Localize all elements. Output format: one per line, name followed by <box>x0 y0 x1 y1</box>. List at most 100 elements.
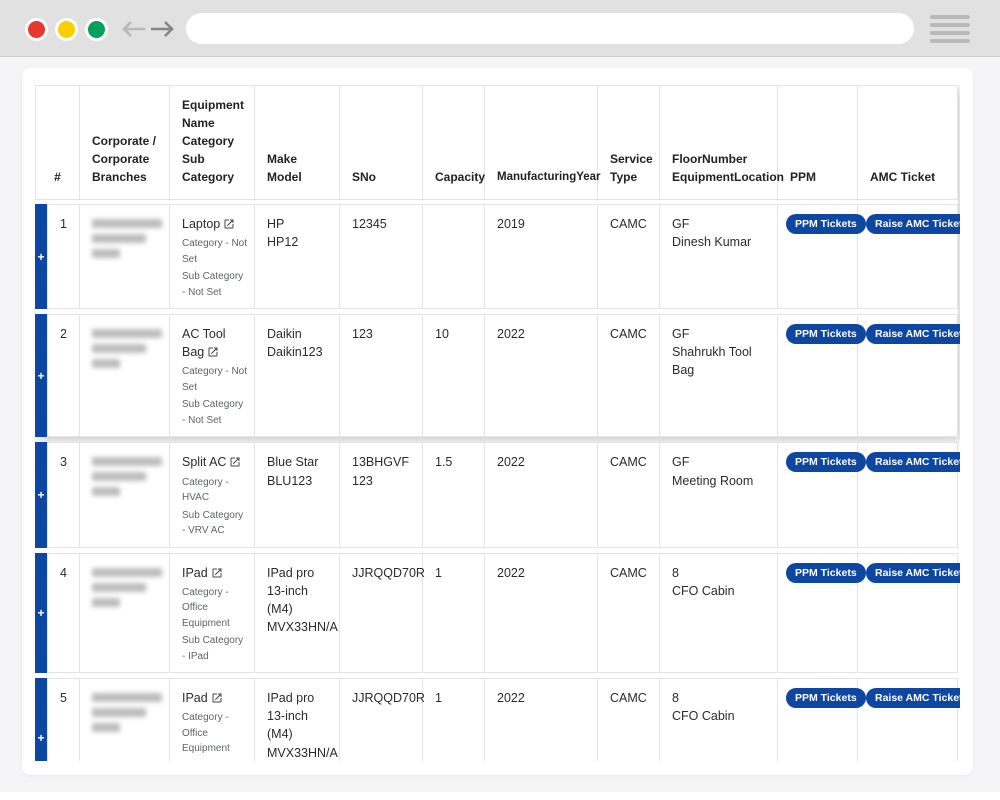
amc-cell: Raise AMC Ticket <box>858 442 958 547</box>
corporate-redacted-cell <box>80 553 170 674</box>
equipment-subcategory: Sub Category - IPad <box>182 759 248 761</box>
make-text: HP <box>267 215 333 233</box>
equipment-name-link[interactable]: IPad <box>182 691 208 705</box>
equipment-cell: AC Tool Bag Category - Not Set Sub Categ… <box>170 314 255 437</box>
table-row: + 1 Laptop Category - Not Set Sub Catego… <box>35 204 958 309</box>
floor-location-cell: GFShahrukh Tool Bag <box>660 314 778 437</box>
equipment-category: Category - Not Set <box>182 236 248 267</box>
model-text: MVX33HN/A <box>267 744 333 762</box>
corporate-redacted-cell <box>80 678 170 761</box>
table-scroll-area[interactable]: # Corporate / Corporate Branches Equipme… <box>35 85 960 761</box>
table-row: + 2 AC Tool Bag Category - Not Set Sub C… <box>35 314 958 437</box>
service-type-cell: CAMC <box>598 553 660 674</box>
table-row: + 3 Split AC Category - HVAC Sub Categor… <box>35 442 958 547</box>
ppm-cell: PPM Tickets <box>778 204 858 309</box>
floor-location-cell: GFMeeting Room <box>660 442 778 547</box>
row-index: 5 <box>47 678 80 761</box>
model-text: Daikin123 <box>267 343 333 361</box>
model-text: HP12 <box>267 233 333 251</box>
ppm-tickets-button[interactable]: PPM Tickets <box>786 563 866 583</box>
header-ppm: PPM <box>778 85 858 200</box>
ppm-tickets-button[interactable]: PPM Tickets <box>786 214 866 234</box>
floor-location-cell: 8CFO Cabin <box>660 678 778 761</box>
service-type-cell: CAMC <box>598 204 660 309</box>
plus-icon: + <box>37 732 44 744</box>
location-text: Shahrukh Tool Bag <box>672 343 771 379</box>
header-amc-ticket: AMC Ticket <box>858 85 958 200</box>
page-background: # Corporate / Corporate Branches Equipme… <box>0 57 1000 792</box>
service-type-cell: CAMC <box>598 442 660 547</box>
expand-row-button[interactable]: + <box>35 678 47 761</box>
open-in-new-icon[interactable] <box>223 218 235 230</box>
ppm-cell: PPM Tickets <box>778 678 858 761</box>
equipment-subcategory: Sub Category - VRV AC <box>182 508 248 539</box>
capacity-cell: 1.5 <box>423 442 485 547</box>
make-model-cell: HPHP12 <box>255 204 340 309</box>
expand-row-button[interactable]: + <box>35 204 47 309</box>
expand-row-button[interactable]: + <box>35 553 47 674</box>
open-in-new-icon[interactable] <box>211 567 223 579</box>
floor-text: GF <box>672 453 771 471</box>
ppm-cell: PPM Tickets <box>778 442 858 547</box>
sno-cell: JJRQQD70R <box>340 678 423 761</box>
open-in-new-icon[interactable] <box>207 346 219 358</box>
raise-amc-ticket-button[interactable]: Raise AMC Ticket <box>866 452 960 472</box>
make-model-cell: DaikinDaikin123 <box>255 314 340 437</box>
sno-cell: JJRQQD70R <box>340 553 423 674</box>
corporate-redacted-cell <box>80 204 170 309</box>
service-type-cell: CAMC <box>598 314 660 437</box>
forward-button[interactable] <box>148 18 176 40</box>
floor-text: GF <box>672 325 771 343</box>
raise-amc-ticket-button[interactable]: Raise AMC Ticket <box>866 324 960 344</box>
menu-icon[interactable] <box>930 15 970 47</box>
table-sticky-section: # Corporate / Corporate Branches Equipme… <box>35 85 958 437</box>
floor-text: 8 <box>672 689 771 707</box>
equipment-category: Category - HVAC <box>182 475 248 506</box>
maximize-window-button[interactable] <box>88 21 105 38</box>
equipment-cell: Split AC Category - HVAC Sub Category - … <box>170 442 255 547</box>
floor-text: GF <box>672 215 771 233</box>
make-model-cell: IPad pro 13-inch (M4)MVX33HN/A <box>255 553 340 674</box>
raise-amc-ticket-button[interactable]: Raise AMC Ticket <box>866 563 960 583</box>
sno-cell: 123 <box>340 314 423 437</box>
back-button[interactable] <box>120 18 148 40</box>
ppm-tickets-button[interactable]: PPM Tickets <box>786 324 866 344</box>
location-text: CFO Cabin <box>672 707 771 725</box>
expand-row-button[interactable]: + <box>35 442 47 547</box>
close-window-button[interactable] <box>28 21 45 38</box>
capacity-cell: 10 <box>423 314 485 437</box>
row-index: 3 <box>47 442 80 547</box>
table-header-row: # Corporate / Corporate Branches Equipme… <box>35 85 958 200</box>
expand-row-button[interactable]: + <box>35 314 47 437</box>
browser-chrome <box>0 0 1000 57</box>
capacity-cell <box>423 204 485 309</box>
ppm-tickets-button[interactable]: PPM Tickets <box>786 688 866 708</box>
ppm-cell: PPM Tickets <box>778 553 858 674</box>
equipment-cell: Laptop Category - Not Set Sub Category -… <box>170 204 255 309</box>
equipment-cell: IPad Category - Office Equipment Sub Cat… <box>170 678 255 761</box>
year-cell: 2019 <box>485 204 598 309</box>
open-in-new-icon[interactable] <box>211 692 223 704</box>
raise-amc-ticket-button[interactable]: Raise AMC Ticket <box>866 688 960 708</box>
location-text: Meeting Room <box>672 472 771 490</box>
ppm-tickets-button[interactable]: PPM Tickets <box>786 452 866 472</box>
equipment-subcategory: Sub Category - Not Set <box>182 397 248 428</box>
equipment-name-link[interactable]: Laptop <box>182 217 220 231</box>
floor-text: 8 <box>672 564 771 582</box>
plus-icon: + <box>37 370 44 382</box>
equipment-name-link[interactable]: Split AC <box>182 455 226 469</box>
make-text: Blue Star <box>267 453 333 471</box>
model-text: BLU123 <box>267 472 333 490</box>
open-in-new-icon[interactable] <box>229 456 241 468</box>
url-input[interactable] <box>186 13 914 44</box>
year-cell: 2022 <box>485 442 598 547</box>
equipment-name-link[interactable]: IPad <box>182 566 208 580</box>
capacity-cell: 1 <box>423 553 485 674</box>
header-index: # <box>35 85 80 200</box>
amc-cell: Raise AMC Ticket <box>858 204 958 309</box>
make-text: Daikin <box>267 325 333 343</box>
minimize-window-button[interactable] <box>58 21 75 38</box>
raise-amc-ticket-button[interactable]: Raise AMC Ticket <box>866 214 960 234</box>
header-manufacturing-year: ManufacturingYear <box>485 85 598 200</box>
plus-icon: + <box>37 251 44 263</box>
